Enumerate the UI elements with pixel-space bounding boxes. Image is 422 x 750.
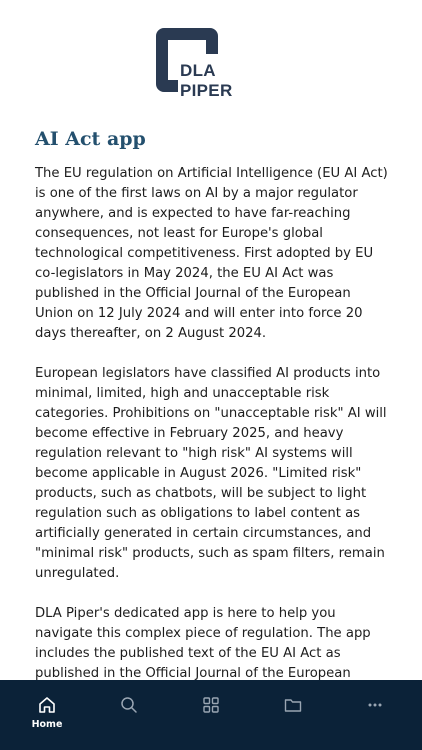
risk-categories-paragraph: European legislators have classified AI …: [35, 366, 387, 581]
home-icon: [39, 697, 55, 713]
search-icon: [121, 697, 137, 713]
bottom-tab-bar: Home: [0, 680, 422, 750]
tab-search[interactable]: [89, 680, 169, 750]
tab-home[interactable]: Home: [7, 680, 87, 750]
logo-text: DLA PIPER: [178, 61, 268, 101]
intro-paragraph: The EU regulation on Artificial Intellig…: [35, 166, 388, 341]
tab-home-label: Home: [31, 719, 63, 730]
folder-icon: [284, 699, 302, 712]
page-title: AI Act app: [35, 128, 146, 150]
grid-icon: [203, 697, 219, 713]
tab-folder[interactable]: [253, 680, 333, 750]
app-screen: DLA PIPER AI Act app The EU regulation o…: [0, 0, 422, 750]
dla-piper-logo: DLA PIPER: [156, 28, 268, 101]
tab-more[interactable]: [335, 680, 415, 750]
more-icon: [368, 703, 382, 707]
page-content: AI Act app The EU regulation on Artifici…: [35, 126, 391, 744]
tab-grid[interactable]: [171, 680, 251, 750]
